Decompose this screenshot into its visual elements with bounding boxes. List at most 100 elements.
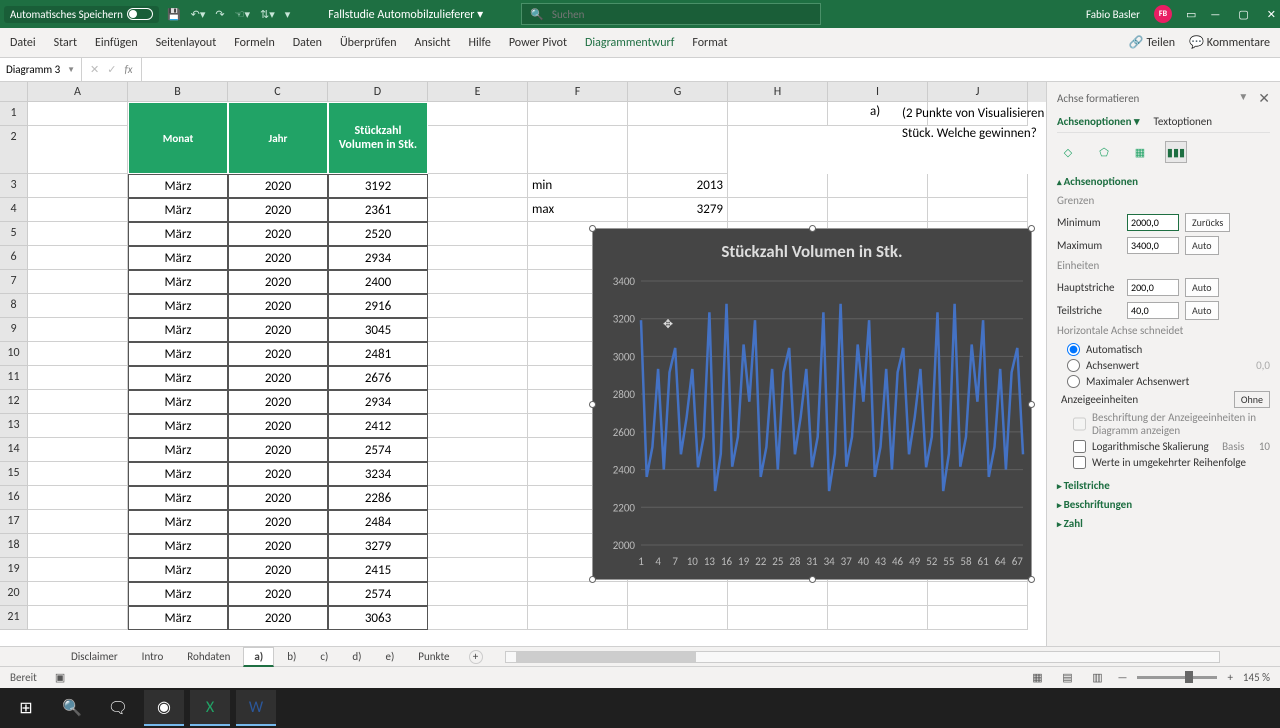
tab-textoptionen[interactable]: Textoptionen — [1154, 115, 1213, 128]
zoom-out-button[interactable]: — — [1117, 671, 1127, 684]
tab-ansicht[interactable]: Ansicht — [415, 36, 451, 50]
start-button[interactable]: ⊞ — [6, 690, 46, 726]
sheet-tab[interactable]: Punkte — [407, 647, 460, 666]
check-reverse[interactable] — [1073, 456, 1086, 469]
size-icon[interactable]: ▦ — [1129, 141, 1151, 163]
row-header[interactable]: 4 — [0, 198, 28, 222]
teilstriche-input[interactable] — [1127, 302, 1179, 319]
col-H[interactable]: H — [728, 82, 828, 102]
section-achsenoptionen[interactable]: Achsenoptionen — [1057, 175, 1270, 188]
section-zahl[interactable]: Zahl — [1057, 517, 1270, 530]
cell[interactable]: März — [128, 342, 228, 366]
sheet-tab[interactable]: e) — [374, 647, 405, 666]
row-header[interactable]: 10 — [0, 342, 28, 366]
cell[interactable] — [428, 462, 528, 486]
col-E[interactable]: E — [428, 82, 528, 102]
cell[interactable] — [28, 222, 128, 246]
redo-icon[interactable]: ↷ — [215, 8, 224, 21]
cell[interactable] — [628, 102, 728, 126]
cell[interactable]: 2020 — [228, 582, 328, 606]
page-layout-button[interactable]: ▤ — [1057, 670, 1077, 686]
row-header[interactable]: 2 — [0, 126, 28, 174]
fx-icon[interactable]: fx — [124, 63, 132, 76]
cell[interactable]: 2020 — [228, 174, 328, 198]
cell[interactable]: März — [128, 294, 228, 318]
cell[interactable] — [28, 366, 128, 390]
row-header[interactable]: 20 — [0, 582, 28, 606]
taskbar-word[interactable]: W — [236, 690, 276, 726]
anzeigeeinheiten-select[interactable]: Ohne — [1234, 391, 1270, 408]
horizontal-scrollbar[interactable] — [505, 651, 1220, 663]
sheet-tab[interactable]: c) — [309, 647, 339, 666]
cell[interactable] — [28, 126, 128, 174]
row-header[interactable]: 5 — [0, 222, 28, 246]
cell[interactable] — [728, 174, 828, 198]
taskbar-app[interactable]: 🗨 — [98, 690, 138, 726]
tab-formeln[interactable]: Formeln — [234, 36, 274, 50]
col-I[interactable]: I — [828, 82, 928, 102]
col-A[interactable]: A — [28, 82, 128, 102]
cell[interactable] — [828, 174, 928, 198]
radio-maxachsenwert[interactable] — [1067, 375, 1080, 388]
cell[interactable] — [28, 390, 128, 414]
tab-seitenlayout[interactable]: Seitenlayout — [156, 36, 217, 50]
cell[interactable]: 2020 — [228, 558, 328, 582]
row-header[interactable]: 21 — [0, 606, 28, 630]
tab-powerpivot[interactable]: Power Pivot — [509, 36, 567, 50]
formula-input[interactable] — [141, 58, 1280, 81]
tab-hilfe[interactable]: Hilfe — [469, 36, 491, 50]
cell[interactable]: März — [128, 246, 228, 270]
chart-object[interactable]: Stückzahl Volumen in Stk. ✥ 200022002400… — [592, 228, 1032, 580]
col-B[interactable]: B — [128, 82, 228, 102]
sheet-tab[interactable]: Disclaimer — [60, 647, 129, 666]
cell[interactable] — [928, 198, 1028, 222]
cell[interactable] — [28, 318, 128, 342]
avatar[interactable]: FB — [1154, 5, 1172, 23]
cell[interactable] — [28, 510, 128, 534]
cell[interactable]: März — [128, 582, 228, 606]
cell[interactable]: 2481 — [328, 342, 428, 366]
row-header[interactable]: 14 — [0, 438, 28, 462]
col-J[interactable]: J — [928, 82, 1028, 102]
col-G[interactable]: G — [628, 82, 728, 102]
radio-achsenwert[interactable] — [1067, 359, 1080, 372]
effects-icon[interactable]: ⬠ — [1093, 141, 1115, 163]
cell[interactable] — [28, 462, 128, 486]
cell[interactable]: März — [128, 366, 228, 390]
cell[interactable]: 2013 — [628, 174, 728, 198]
cell[interactable] — [28, 270, 128, 294]
auto-haupt-button[interactable]: Auto — [1185, 278, 1219, 297]
cell[interactable]: 2020 — [228, 270, 328, 294]
new-sheet-button[interactable]: + — [469, 650, 483, 664]
cell[interactable]: 2676 — [328, 366, 428, 390]
save-icon[interactable]: 💾 — [167, 8, 181, 21]
cell[interactable]: 2020 — [228, 510, 328, 534]
row-header[interactable]: 7 — [0, 270, 28, 294]
cell[interactable]: März — [128, 534, 228, 558]
hauptstriche-input[interactable] — [1127, 279, 1179, 296]
cell[interactable] — [928, 174, 1028, 198]
cell[interactable] — [728, 102, 828, 126]
cell[interactable]: 2020 — [228, 462, 328, 486]
cell[interactable]: 3279 — [328, 534, 428, 558]
sheet-tab[interactable]: Rohdaten — [176, 647, 241, 666]
cell[interactable] — [428, 534, 528, 558]
cell[interactable]: März — [128, 510, 228, 534]
cell[interactable]: 2020 — [228, 390, 328, 414]
cell[interactable] — [28, 438, 128, 462]
worksheet[interactable]: A B C D E F G H I J 1MonatJahrStückzahl … — [0, 82, 1046, 646]
col-D[interactable]: D — [328, 82, 428, 102]
enter-icon[interactable]: ✓ — [107, 63, 116, 76]
row-header[interactable]: 12 — [0, 390, 28, 414]
cell[interactable] — [28, 534, 128, 558]
check-log[interactable] — [1073, 440, 1086, 453]
col-F[interactable]: F — [528, 82, 628, 102]
row-header[interactable]: 3 — [0, 174, 28, 198]
cell[interactable]: März — [128, 414, 228, 438]
cell[interactable] — [428, 198, 528, 222]
cell[interactable] — [28, 294, 128, 318]
cell[interactable]: 2574 — [328, 438, 428, 462]
cell[interactable] — [428, 270, 528, 294]
cell[interactable]: 3063 — [328, 606, 428, 630]
cell[interactable]: März — [128, 270, 228, 294]
